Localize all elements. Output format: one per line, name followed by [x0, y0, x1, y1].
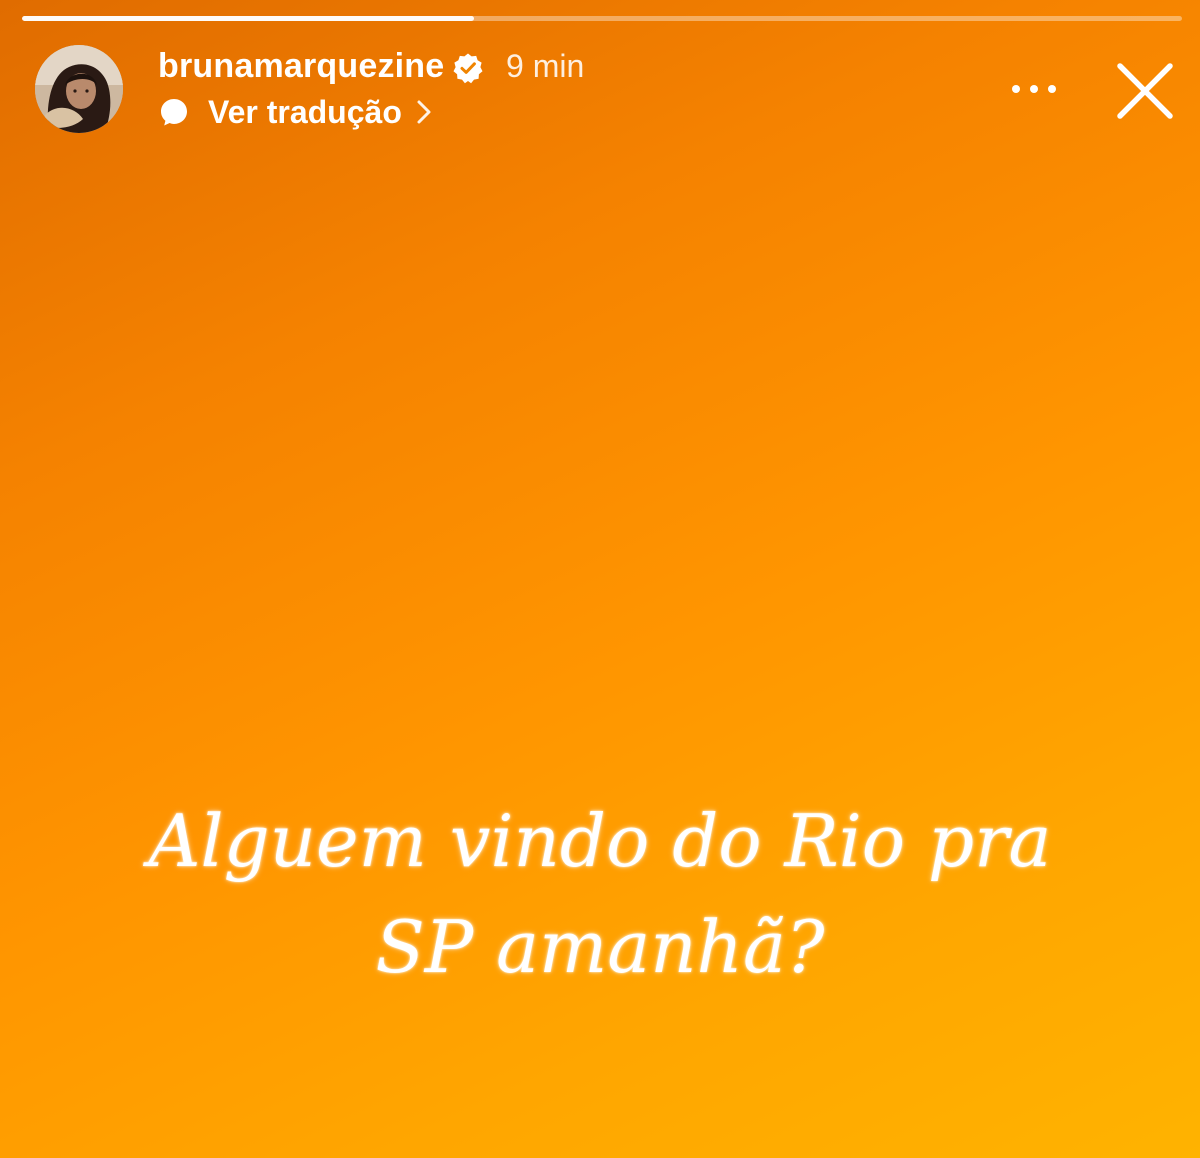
- close-button[interactable]: [1110, 56, 1180, 126]
- close-icon: [1117, 63, 1173, 119]
- timestamp: 9 min: [506, 48, 585, 84]
- see-translation-button[interactable]: Ver tradução: [158, 90, 432, 134]
- avatar[interactable]: [35, 45, 123, 133]
- story-caption: Alguem vindo do Rio pra SP amanhã?: [0, 788, 1200, 1000]
- chat-bubble-icon: [161, 99, 187, 126]
- story-progress-bar: [22, 16, 1182, 21]
- verified-badge-icon: [453, 53, 483, 84]
- chevron-right-icon: [417, 100, 431, 124]
- more-horizontal-icon: [1012, 85, 1020, 93]
- see-translation-label: Ver tradução: [208, 94, 402, 130]
- caption-line: SP amanhã?: [375, 905, 825, 989]
- caption-line: Alguem vindo do Rio pra: [148, 799, 1052, 883]
- username[interactable]: brunamarquezine: [158, 44, 444, 88]
- story-progress-fill: [22, 16, 475, 21]
- story-viewer[interactable]: brunamarquezine 9 min Ver tradução Algue…: [0, 0, 1200, 1158]
- more-options-button[interactable]: [1004, 72, 1064, 106]
